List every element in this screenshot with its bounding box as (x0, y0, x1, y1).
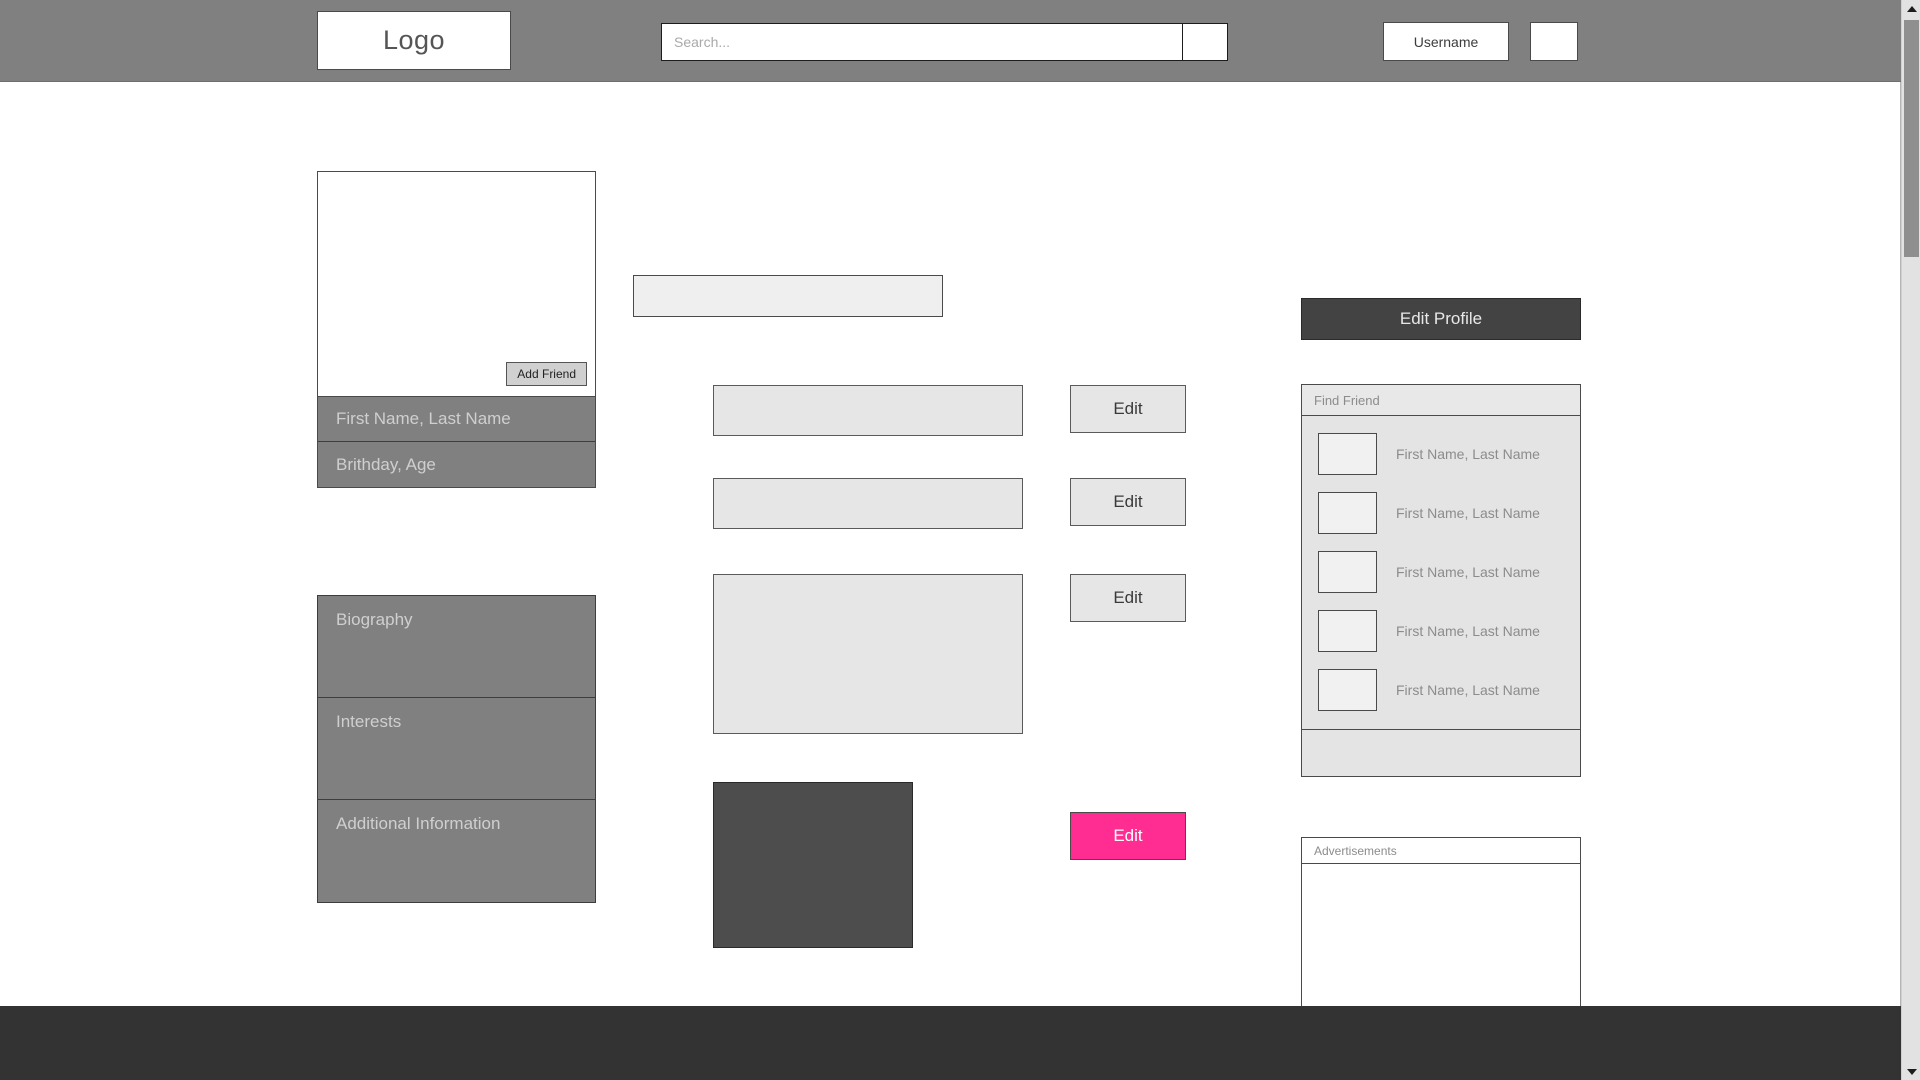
edit-button-1[interactable]: Edit (1070, 385, 1186, 433)
friend-name-label: First Name, Last Name (1396, 622, 1540, 639)
content-field-1[interactable] (713, 385, 1023, 436)
status-strip-field[interactable] (633, 275, 943, 317)
caret-up-icon[interactable] (1902, 0, 1920, 17)
list-item[interactable]: First Name, Last Name (1302, 542, 1580, 601)
media-thumbnail[interactable] (713, 782, 913, 948)
logo-button[interactable]: Logo (317, 11, 511, 70)
friend-name-label: First Name, Last Name (1396, 445, 1540, 462)
friend-list: First Name, Last Name First Name, Last N… (1302, 416, 1580, 729)
info-block-additional-information: Additional Information (318, 800, 595, 902)
content-canvas: Add Friend First Name, Last Name Brithda… (0, 82, 1901, 1080)
list-item[interactable]: First Name, Last Name (1302, 424, 1580, 483)
search-input[interactable] (662, 24, 1182, 60)
content-field-3[interactable] (713, 574, 1023, 734)
info-block-biography: Biography (318, 596, 595, 698)
friend-name-label: First Name, Last Name (1396, 681, 1540, 698)
profile-card: Add Friend First Name, Last Name Brithda… (317, 171, 596, 488)
friend-avatar (1318, 668, 1377, 711)
list-item[interactable]: First Name, Last Name (1302, 483, 1580, 542)
vertical-scrollbar[interactable] (1901, 0, 1920, 1080)
friend-avatar (1318, 609, 1377, 652)
top-navigation-bar: Logo Username (0, 0, 1901, 82)
profile-photo-placeholder: Add Friend (318, 172, 595, 397)
profile-birthday-row: Brithday, Age (318, 442, 595, 487)
info-block-interests: Interests (318, 698, 595, 800)
edit-profile-button[interactable]: Edit Profile (1301, 298, 1581, 340)
page-root: Logo Username Add Friend First Name, Las… (0, 0, 1920, 1080)
logo-label: Logo (382, 25, 446, 55)
find-friend-footer[interactable] (1302, 729, 1580, 776)
find-friend-header: Find Friend (1302, 385, 1580, 416)
profile-name-row: First Name, Last Name (318, 397, 595, 442)
username-button[interactable]: Username (1383, 22, 1509, 61)
list-item[interactable]: First Name, Last Name (1302, 601, 1580, 660)
friend-avatar (1318, 550, 1377, 593)
edit-button-2[interactable]: Edit (1070, 478, 1186, 526)
friend-avatar (1318, 432, 1377, 475)
advertisements-header: Advertisements (1302, 838, 1580, 864)
list-item[interactable]: First Name, Last Name (1302, 660, 1580, 719)
scroll-thumb[interactable] (1904, 20, 1919, 257)
friend-name-label: First Name, Last Name (1396, 563, 1540, 580)
friend-name-label: First Name, Last Name (1396, 504, 1540, 521)
search-submit-button[interactable] (1182, 24, 1227, 60)
page-footer (0, 1006, 1901, 1080)
search-bar (661, 23, 1228, 61)
find-friend-panel: Find Friend First Name, Last Name First … (1301, 384, 1581, 777)
edit-button-media-accent[interactable]: Edit (1070, 812, 1186, 860)
user-avatar-icon[interactable] (1530, 22, 1578, 61)
add-friend-button[interactable]: Add Friend (506, 362, 587, 386)
username-label: Username (1413, 33, 1479, 50)
edit-button-3[interactable]: Edit (1070, 574, 1186, 622)
content-field-2[interactable] (713, 478, 1023, 529)
caret-down-icon[interactable] (1902, 1063, 1920, 1080)
friend-avatar (1318, 491, 1377, 534)
profile-info-card: Biography Interests Additional Informati… (317, 595, 596, 903)
